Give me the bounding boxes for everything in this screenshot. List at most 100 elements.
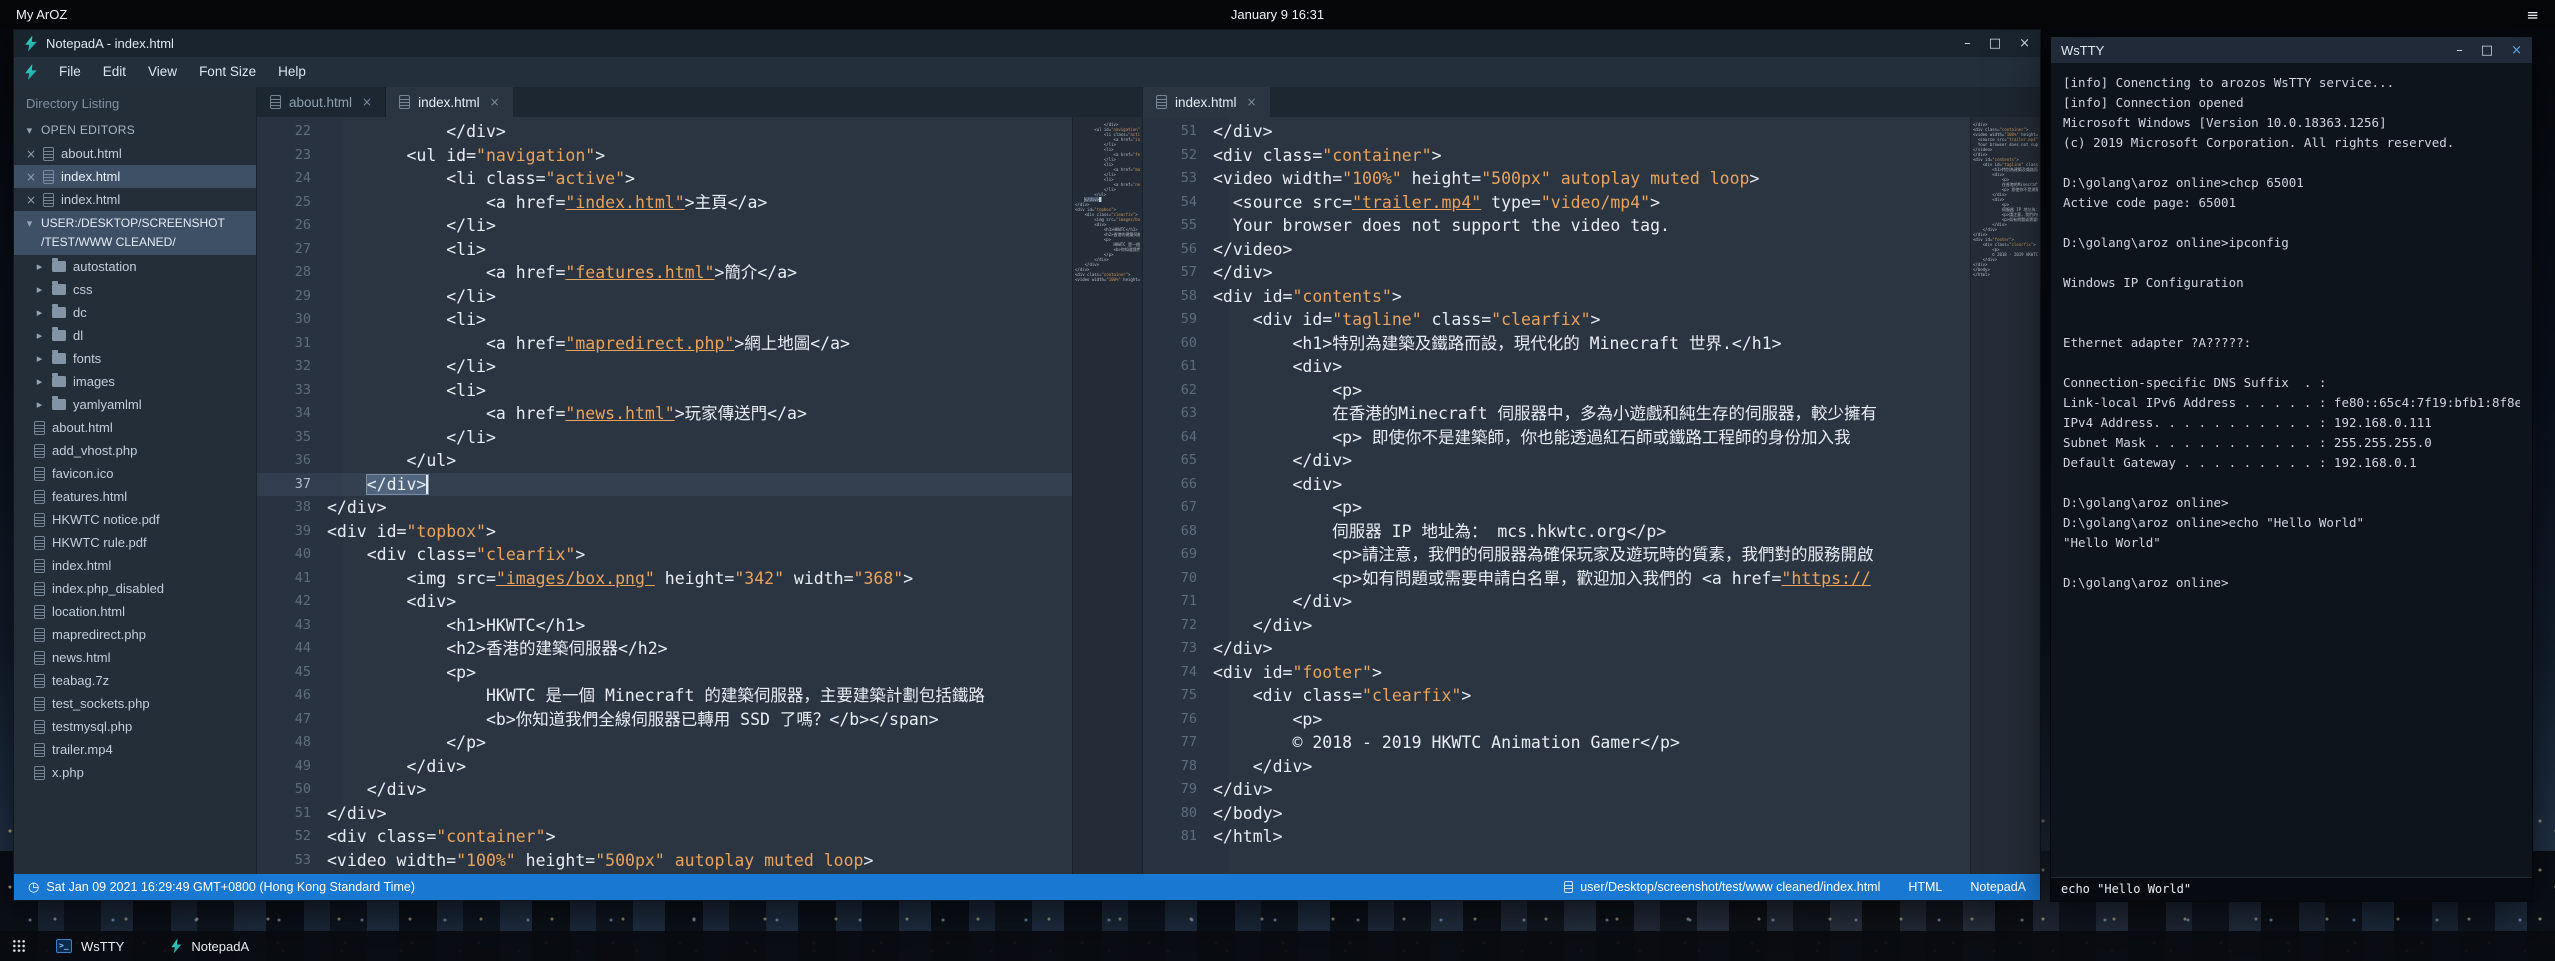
folder-icon [52,330,66,341]
folder-item[interactable]: ▸dc [14,301,256,324]
terminal-output[interactable]: [info] Conencting to arozos WsTTY servic… [2051,63,2532,877]
editor-tab[interactable]: about.html× [257,87,386,117]
code-line: 62 <p> [1143,379,1970,403]
folder-item[interactable]: ▸fonts [14,347,256,370]
file-item[interactable]: x.php [14,761,256,784]
code-line: 41 <img src="images/box.png" height="342… [257,567,1072,591]
notepad-close-icon[interactable]: × [2019,36,2030,51]
file-item[interactable]: add_vhost.php [14,439,256,462]
file-item[interactable]: test_sockets.php [14,692,256,715]
close-icon[interactable]: × [26,170,36,184]
folder-item[interactable]: ▸dl [14,324,256,347]
open-editor-item[interactable]: ×about.html [14,142,256,165]
taskbar-item-notepada[interactable]: NotepadA [170,931,249,961]
notepad-minimize-icon[interactable]: – [1964,36,1971,51]
workspace-section-header[interactable]: ▾ USER:/DESKTOP/SCREENSHOT /TEST/WWW CLE… [14,211,256,255]
line-number: 61 [1143,355,1213,379]
chevron-right-icon: ▸ [34,329,45,342]
line-number: 53 [1143,167,1213,191]
line-number: 74 [1143,661,1213,685]
file-item[interactable]: teabag.7z [14,669,256,692]
menu-file[interactable]: File [48,57,92,87]
wstty-close-icon[interactable]: × [2511,43,2522,58]
file-item[interactable]: news.html [14,646,256,669]
open-editor-item[interactable]: ×index.html [14,165,256,188]
folder-icon [52,376,66,387]
folder-icon [52,399,66,410]
open-editor-item[interactable]: ×index.html [14,188,256,211]
editor-pane-right[interactable]: index.html× 51</div>52<div class="contai… [1142,87,2040,874]
minimap-right[interactable]: </div><div class="container"><video widt… [1970,117,2040,874]
menu-edit[interactable]: Edit [92,57,137,87]
folder-item[interactable]: ▸css [14,278,256,301]
file-item[interactable]: trailer.mp4 [14,738,256,761]
notepad-maximize-icon[interactable]: □ [1989,36,2001,51]
open-editors-section-header[interactable]: ▾ OPEN EDITORS [14,118,256,142]
code-line: 66 <div> [1143,473,1970,497]
line-number: 49 [257,755,327,779]
system-menu-title[interactable]: My ArOZ [16,7,67,22]
menu-help[interactable]: Help [267,57,317,87]
editor-tab[interactable]: index.html× [386,87,514,117]
taskbar-item-wstty[interactable]: WsTTY [56,931,124,961]
status-time: ◷ Sat Jan 09 2021 16:29:49 GMT+0800 (Hon… [28,880,1534,895]
status-language-mode[interactable]: HTML [1908,880,1942,894]
file-item[interactable]: location.html [14,600,256,623]
notepad-menubar: FileEditViewFont SizeHelp [14,57,2040,87]
file-item[interactable]: HKWTC rule.pdf [14,531,256,554]
file-item[interactable]: HKWTC notice.pdf [14,508,256,531]
document-icon [34,605,45,619]
document-icon [1156,95,1167,109]
minimap-left[interactable]: </div> <ul id="navigation"> <li class="a… [1072,117,1142,874]
line-number: 22 [257,120,327,144]
terminal-line: D:\golang\aroz online>ipconfig [2063,233,2520,253]
notepada-logo-icon [24,36,38,52]
file-item[interactable]: index.html [14,554,256,577]
wstty-maximize-icon[interactable]: □ [2481,43,2493,58]
editor-tab[interactable]: index.html× [1143,87,1271,117]
code-line: 74<div id="footer"> [1143,661,1970,685]
file-item[interactable]: about.html [14,416,256,439]
code-line: 50 </div> [257,778,1072,802]
editor-pane-left[interactable]: about.html×index.html× 22 </div>23 <ul i… [256,87,1142,874]
code-editor-left[interactable]: 22 </div>23 <ul id="navigation">24 <li c… [257,117,1072,874]
file-item[interactable]: features.html [14,485,256,508]
tab-close-icon[interactable]: × [362,95,372,109]
line-number: 53 [257,849,327,873]
tab-close-icon[interactable]: × [490,95,500,109]
file-item[interactable]: index.php_disabled [14,577,256,600]
notepad-titlebar[interactable]: NotepadA - index.html – □ × [14,30,2040,57]
terminal-line: Active code page: 65001 [2063,193,2520,213]
code-line: 26 </li> [257,214,1072,238]
wstty-minimize-icon[interactable]: – [2456,43,2463,58]
line-number: 47 [257,708,327,732]
line-number: 69 [1143,543,1213,567]
line-number: 72 [1143,614,1213,638]
wstty-titlebar[interactable]: WsTTY – □ × [2051,37,2532,63]
hamburger-menu-icon[interactable]: ≡ [2526,6,2539,24]
status-file-path[interactable]: user/Desktop/screenshot/test/www cleaned… [1564,880,1880,894]
tab-close-icon[interactable]: × [1247,95,1257,109]
wstty-app-icon [56,939,72,953]
code-line: 35 </li> [257,426,1072,450]
code-line: 75 <div class="clearfix"> [1143,684,1970,708]
code-line: 64 <p> 即使你不是建築師，你也能透過紅石師或鐵路工程師的身份加入我 [1143,426,1970,450]
menu-font-size[interactable]: Font Size [188,57,267,87]
folder-item[interactable]: ▸images [14,370,256,393]
code-line: 58<div id="contents"> [1143,285,1970,309]
chevron-right-icon: ▸ [34,306,45,319]
file-item[interactable]: mapredirect.php [14,623,256,646]
line-number: 30 [257,308,327,332]
folder-item[interactable]: ▸autostation [14,255,256,278]
code-editor-right[interactable]: 51</div>52<div class="container">53<vide… [1143,117,1970,874]
file-item[interactable]: testmysql.php [14,715,256,738]
terminal-input[interactable]: echo "Hello World" [2051,877,2532,901]
folder-item[interactable]: ▸yamlyamlml [14,393,256,416]
code-line: 78 </div> [1143,755,1970,779]
close-icon[interactable]: × [26,147,36,161]
close-icon[interactable]: × [26,193,36,207]
menu-view[interactable]: View [137,57,188,87]
terminal-line: Windows IP Configuration [2063,273,2520,293]
app-grid-icon[interactable] [12,939,26,953]
file-item[interactable]: favicon.ico [14,462,256,485]
